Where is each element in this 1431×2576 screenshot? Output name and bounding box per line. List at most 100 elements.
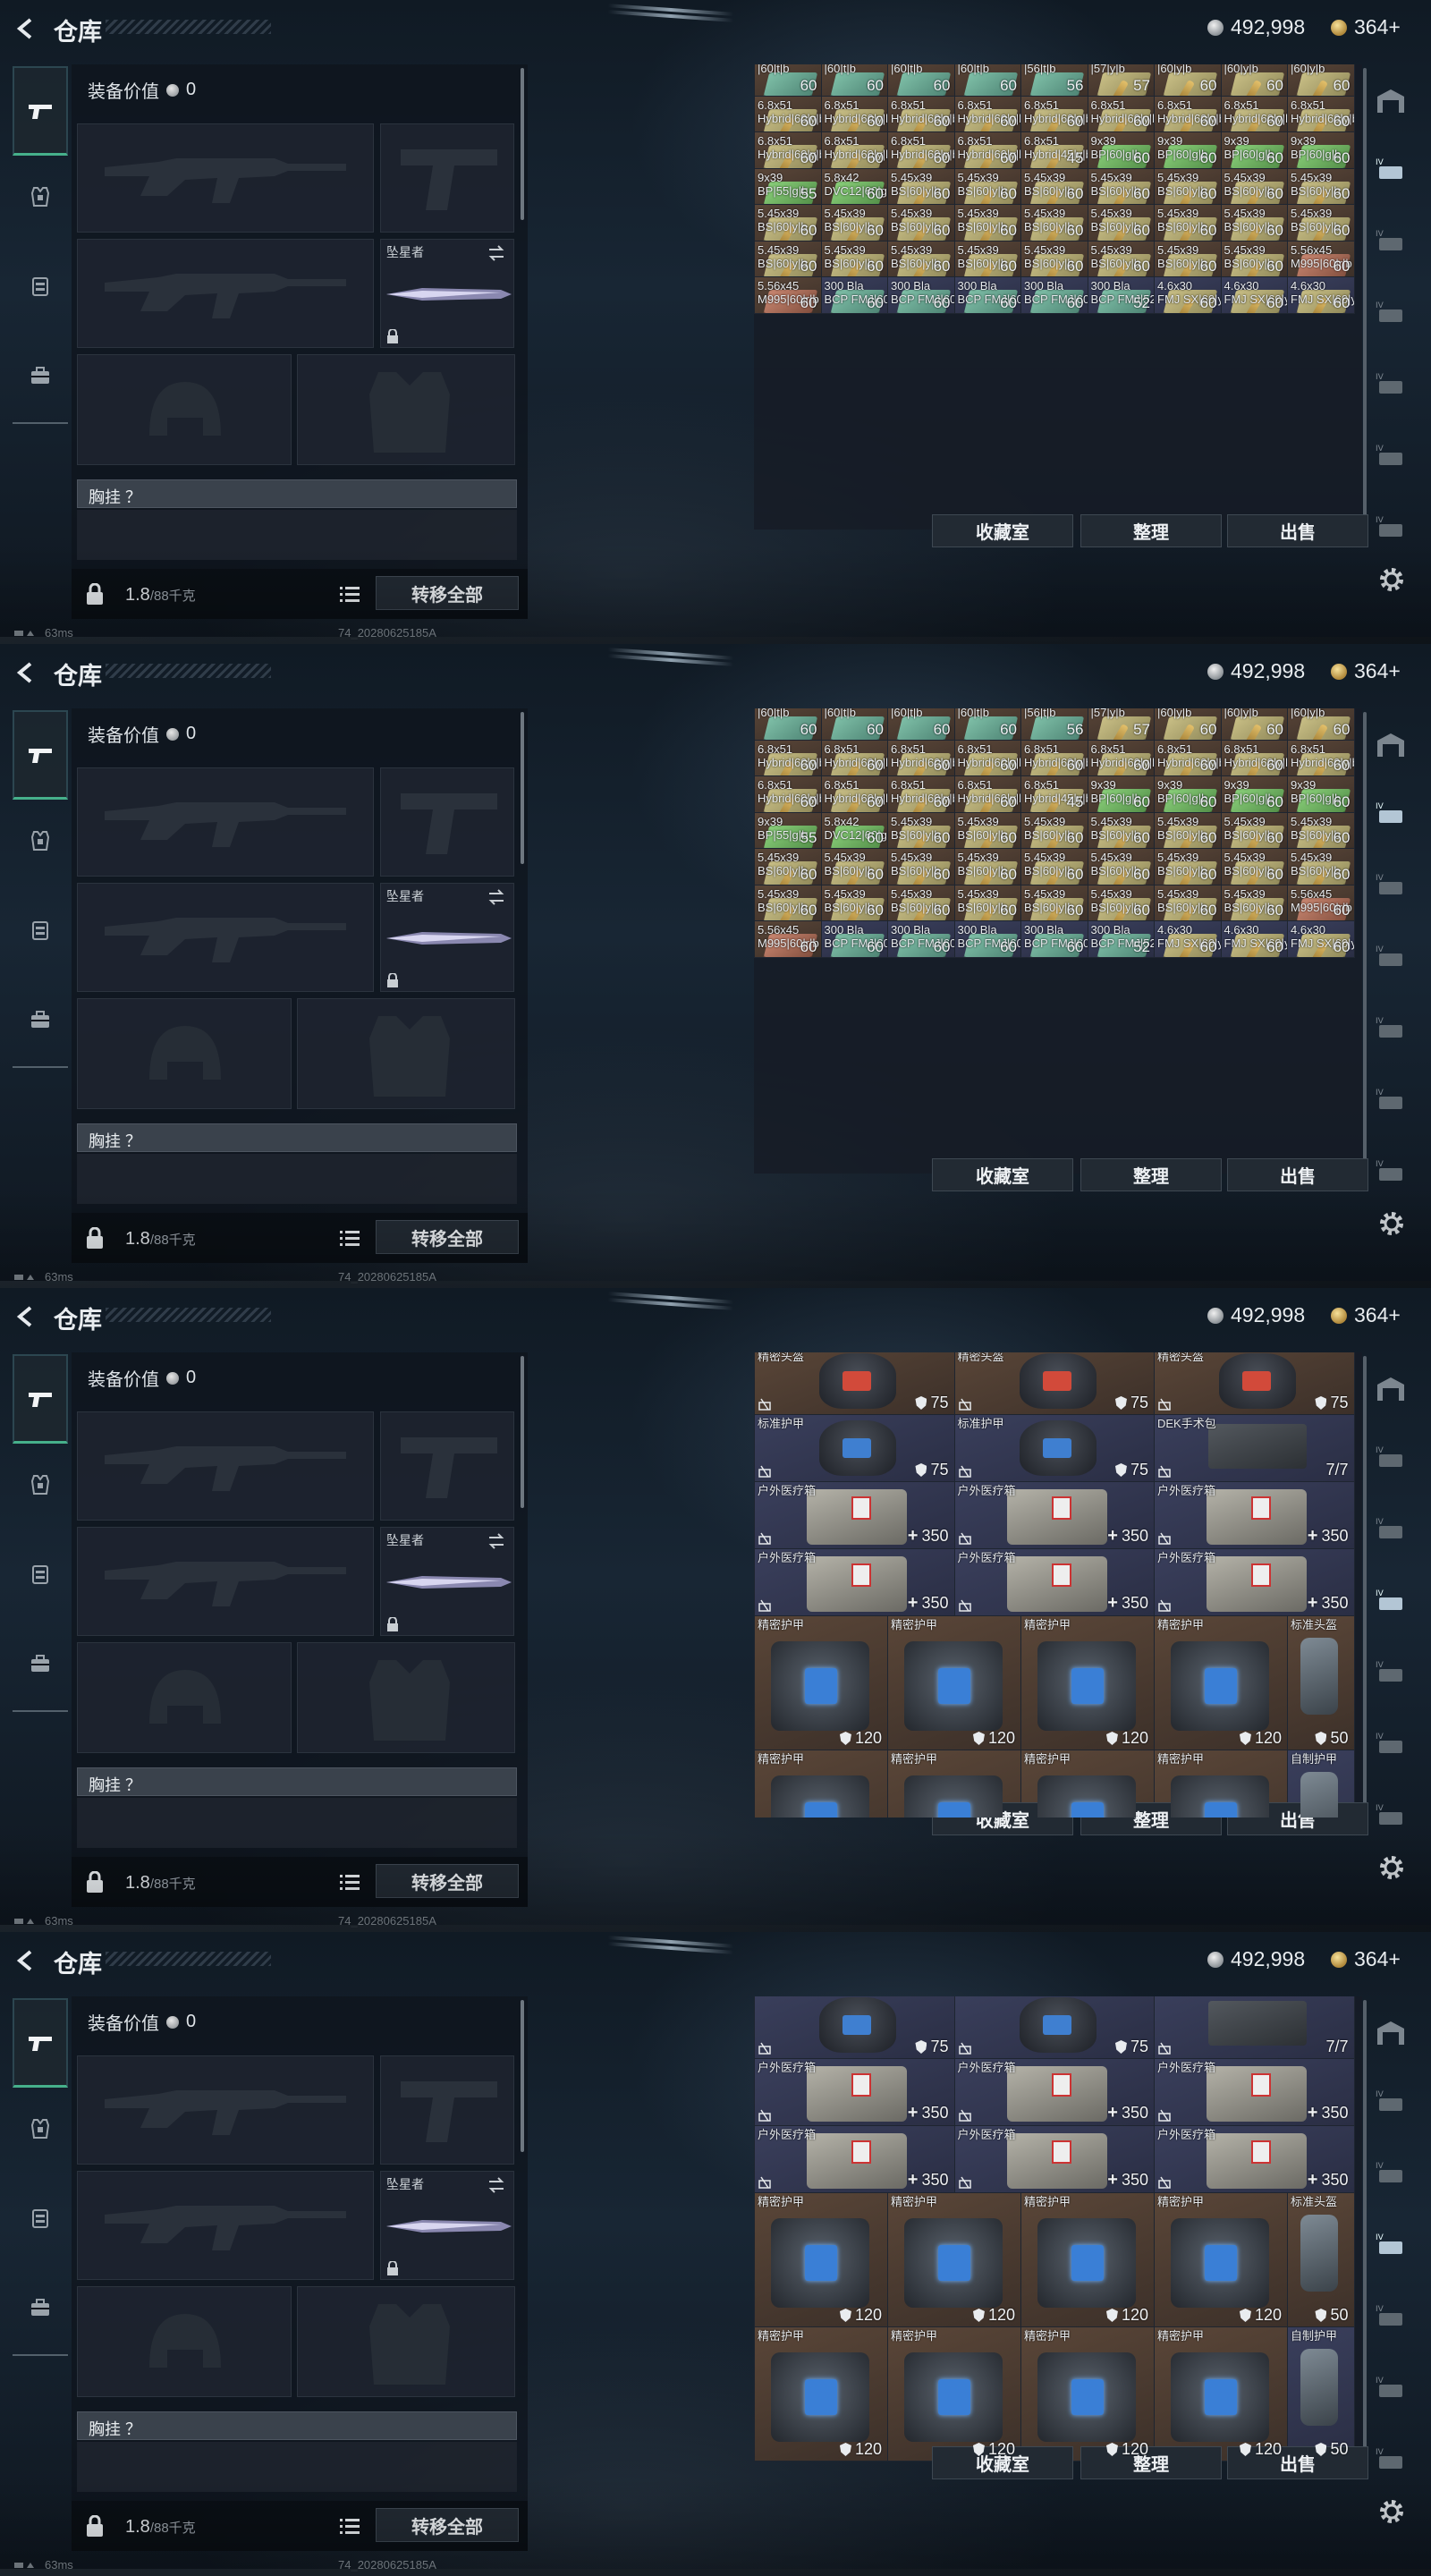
storage-gear-cell[interactable]: 精密护甲120 <box>887 1750 1021 1818</box>
storage-ammo-cell[interactable]: 4.6x30 FMJ SX|60|y|u60 <box>1154 276 1222 314</box>
storage-gear-cell[interactable]: 标准护甲 75 <box>953 1414 1155 1482</box>
back-arrow-icon[interactable] <box>13 1947 39 1974</box>
primary-weapon-slot[interactable] <box>77 767 374 877</box>
storage-ammo-cell[interactable]: |60|y|b 60 <box>1154 64 1222 97</box>
storage-ammo-cell[interactable]: 300 Bla BCP FMJ|52|t|u52 <box>1087 920 1155 958</box>
storage-scrollbar[interactable] <box>1363 2000 1367 2465</box>
storage-ammo-cell[interactable]: 6.8x51 Hybrid|60|y|b 60 <box>1220 95 1288 132</box>
storage-tab-main[interactable] <box>1374 732 1408 758</box>
gold-currency[interactable]: 364+ <box>1331 15 1401 39</box>
storage-tab-7[interactable]: IV <box>1374 2445 1408 2472</box>
storage-gear-cell[interactable]: 户外医疗箱 +350 <box>754 2125 955 2193</box>
storage-ammo-cell[interactable]: 6.8x51 Hybrid|60|y|b 60 <box>953 739 1021 776</box>
category-backpack[interactable] <box>13 2265 68 2351</box>
storage-tab-2[interactable]: IV <box>1374 800 1408 826</box>
secondary-weapon-slot[interactable] <box>77 883 374 992</box>
storage-ammo-cell[interactable]: 9x39 BP|60|g|b 60 <box>1287 775 1355 813</box>
list-icon[interactable] <box>340 1229 360 1247</box>
category-rig[interactable] <box>13 1531 68 1617</box>
storage-ammo-cell[interactable]: 6.8x51 Hybrid|60|y|b 60 <box>953 775 1021 813</box>
melee-slot[interactable]: 坠星者 <box>380 2171 514 2280</box>
storage-ammo-cell[interactable]: 5.45x39 BS|60|y|b 60 <box>1020 240 1088 277</box>
storage-scrollbar[interactable] <box>1363 68 1367 533</box>
pistol-slot[interactable] <box>380 767 514 877</box>
storage-ammo-cell[interactable]: 9x39 BP|60|g|b 60 <box>1087 775 1155 813</box>
storage-tab-4[interactable]: IV <box>1374 2231 1408 2258</box>
helmet-slot[interactable] <box>77 2286 292 2397</box>
storage-gear-cell[interactable]: 精密护甲120 <box>1020 1615 1155 1750</box>
storage-tab-6[interactable]: IV <box>1374 1730 1408 1757</box>
melee-slot[interactable]: 坠星者 <box>380 1527 514 1636</box>
storage-ammo-cell[interactable]: 5.45x39 BS|60|y|b 60 <box>754 884 822 921</box>
storage-tab-5[interactable]: IV <box>1374 2302 1408 2329</box>
storage-tab-3[interactable]: IV <box>1374 2159 1408 2186</box>
body-armor-slot[interactable] <box>297 998 515 1109</box>
category-weapons[interactable] <box>13 1354 68 1444</box>
storage-ammo-cell[interactable]: 5.45x39 BS|60|y|b 60 <box>1020 884 1088 921</box>
storage-tab-3[interactable]: IV <box>1374 227 1408 254</box>
storage-ammo-cell[interactable]: 5.45x39 BS|60|y|b 60 <box>1154 240 1222 277</box>
storage-tab-7[interactable]: IV <box>1374 1801 1408 1828</box>
lock-icon[interactable] <box>86 1227 104 1249</box>
storage-gear-cell[interactable]: 精密护甲120 <box>887 2192 1021 2327</box>
swap-icon[interactable] <box>487 2175 506 2195</box>
body-armor-slot[interactable] <box>297 1642 515 1753</box>
secondary-weapon-slot[interactable] <box>77 2171 374 2280</box>
storage-ammo-cell[interactable]: 5.45x39 BS|60|y|b 60 <box>1220 884 1288 921</box>
storage-ammo-cell[interactable]: |60|t|b 60 <box>953 64 1021 97</box>
storage-tab-4[interactable]: IV <box>1374 943 1408 970</box>
storage-ammo-cell[interactable]: 5.45x39 BS|60|y|b 60 <box>820 848 888 886</box>
storage-ammo-cell[interactable]: 5.45x39 BS|60|y|b 60 <box>953 204 1021 242</box>
storage-tab-4[interactable]: IV <box>1374 1587 1408 1614</box>
storage-ammo-cell[interactable]: 5.45x39 BS|60|y|b 60 <box>1020 204 1088 242</box>
storage-tab-4[interactable]: IV <box>1374 299 1408 326</box>
collection-button[interactable]: 收藏室 <box>932 1158 1073 1191</box>
settings-gear-icon[interactable] <box>1377 2497 1406 2526</box>
gold-currency[interactable]: 364+ <box>1331 1947 1401 1971</box>
equipment-scrollbar[interactable] <box>521 1356 524 1508</box>
storage-ammo-cell[interactable]: 5.45x39 BS|60|y|b 60 <box>887 884 955 921</box>
storage-tab-2[interactable]: IV <box>1374 156 1408 182</box>
transfer-all-button[interactable]: 转移全部 <box>376 1220 519 1254</box>
storage-gear-cell[interactable]: 户外医疗箱 +350 <box>1154 1548 1355 1616</box>
storage-ammo-cell[interactable]: 5.45x39 BS|60|y|b 60 <box>1220 848 1288 886</box>
storage-ammo-cell[interactable]: 9x39 BP|55|g|b 55 <box>754 811 822 849</box>
storage-ammo-cell[interactable]: 5.56x45 M995|60|r|b 60 <box>754 276 822 314</box>
storage-ammo-cell[interactable]: 6.8x51 Hybrid|60|y|b 60 <box>820 131 888 169</box>
storage-ammo-cell[interactable]: 6.8x51 Hybrid|60|y|b 60 <box>754 95 822 132</box>
storage-ammo-cell[interactable]: |60|y|b 60 <box>1220 708 1288 741</box>
storage-ammo-cell[interactable]: 5.45x39 BS|60|y|b 60 <box>1020 848 1088 886</box>
helmet-slot[interactable] <box>77 1642 292 1753</box>
storage-ammo-cell[interactable]: |60|t|b 60 <box>820 708 888 741</box>
lock-icon[interactable] <box>86 1871 104 1893</box>
storage-ammo-cell[interactable]: 6.8x51 Hybrid|60|y|b 60 <box>953 95 1021 132</box>
chest-rig-header[interactable]: 胸挂 ？ <box>77 2411 517 2440</box>
storage-gear-cell[interactable]: 自制护甲 50 <box>1287 2326 1355 2462</box>
storage-ammo-cell[interactable]: 5.8x42 DVC12|60|g|b60 <box>820 811 888 849</box>
chest-rig-header[interactable]: 胸挂 ？ <box>77 1123 517 1152</box>
storage-gear-cell[interactable]: 精密头盔 75 <box>953 1352 1155 1415</box>
storage-ammo-cell[interactable]: 300 Bla BCP FMJ|60|t|u60 <box>887 920 955 958</box>
storage-ammo-cell[interactable]: 9x39 BP|60|g|b 60 <box>1287 131 1355 169</box>
storage-ammo-cell[interactable]: 9x39 BP|60|g|b 60 <box>1220 775 1288 813</box>
storage-tab-3[interactable]: IV <box>1374 1515 1408 1542</box>
settings-gear-icon[interactable] <box>1377 565 1406 594</box>
list-icon[interactable] <box>340 1873 360 1891</box>
swap-icon[interactable] <box>487 243 506 263</box>
storage-ammo-cell[interactable]: 5.45x39 BS|60|y|b 60 <box>820 240 888 277</box>
storage-tab-2[interactable]: IV <box>1374 1444 1408 1470</box>
storage-gear-cell[interactable]: 户外医疗箱 +350 <box>953 1548 1155 1616</box>
storage-ammo-cell[interactable]: 9x39 BP|60|g|b 60 <box>1154 131 1222 169</box>
melee-slot[interactable]: 坠星者 <box>380 883 514 992</box>
storage-gear-cell[interactable]: 户外医疗箱 +350 <box>953 1481 1155 1549</box>
storage-ammo-cell[interactable]: 300 Bla BCP FMJ|60|t|u60 <box>953 276 1021 314</box>
storage-gear-cell[interactable]: 户外医疗箱 +350 <box>1154 2125 1355 2193</box>
lock-icon[interactable] <box>86 2515 104 2537</box>
category-armor[interactable] <box>13 798 68 884</box>
storage-gear-cell[interactable]: 户外医疗箱 +350 <box>953 2125 1155 2193</box>
equipment-scrollbar[interactable] <box>521 712 524 864</box>
storage-gear-cell[interactable]: 精密头盔 75 <box>754 1352 955 1415</box>
equipment-scrollbar[interactable] <box>521 2000 524 2152</box>
storage-ammo-cell[interactable]: 5.45x39 BS|60|y|b 60 <box>1087 204 1155 242</box>
storage-ammo-cell[interactable]: 5.45x39 BS|60|y|b 60 <box>887 204 955 242</box>
